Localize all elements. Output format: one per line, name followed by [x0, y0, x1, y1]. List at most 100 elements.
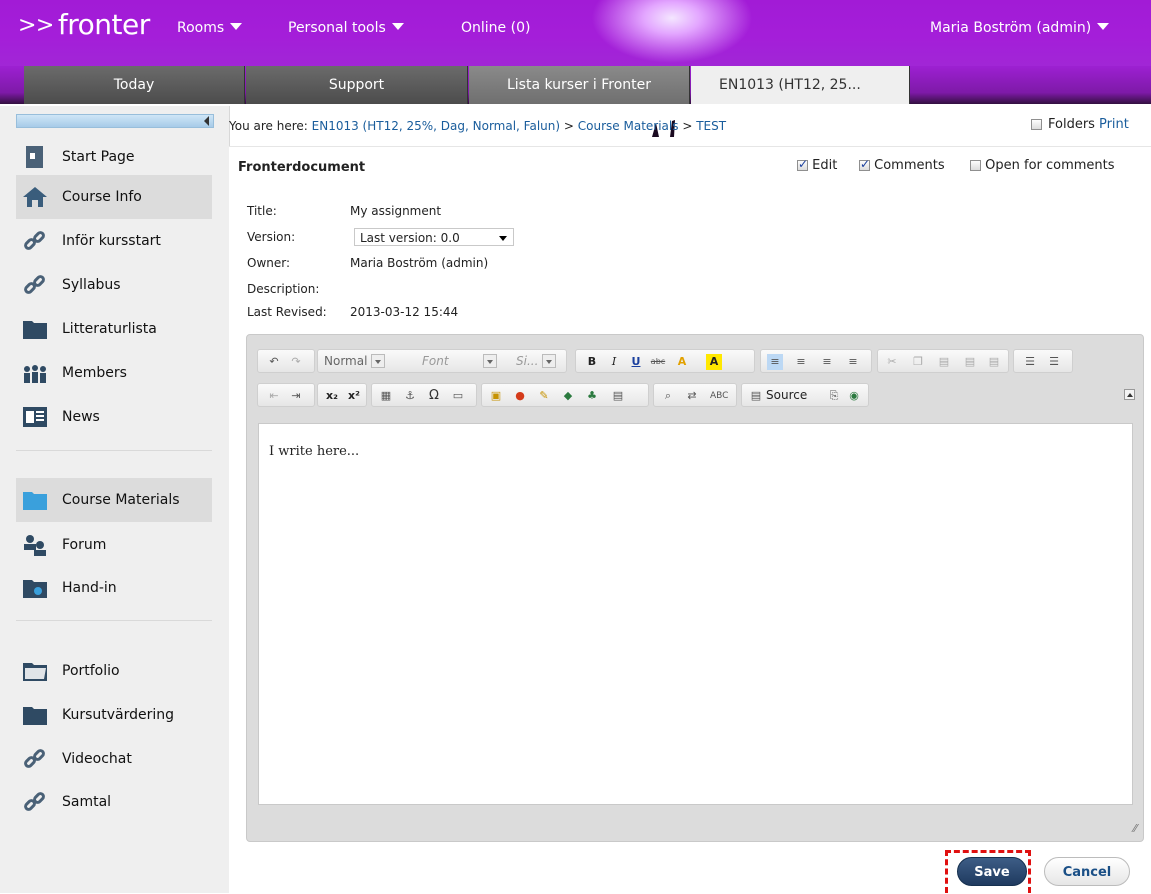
sidebar-item-members[interactable]: Members: [16, 351, 212, 395]
outdent-icon[interactable]: ⇤: [266, 388, 282, 404]
sidebar-item-syllabus[interactable]: Syllabus: [16, 263, 212, 307]
sidebar-item-course-materials[interactable]: Course Materials: [16, 478, 212, 522]
format-combo[interactable]: Normal: [324, 353, 386, 370]
folder-open-icon: [23, 492, 47, 510]
sidebar-item-kursutvardering[interactable]: Kursutvärdering: [16, 693, 212, 737]
editor-content-area[interactable]: I write here...: [258, 423, 1133, 805]
horizontal-rule-icon[interactable]: ▭: [450, 388, 466, 404]
cancel-button[interactable]: Cancel: [1044, 857, 1130, 886]
anchor-icon[interactable]: ⚓: [402, 388, 418, 404]
background-color-icon[interactable]: A: [706, 354, 722, 370]
undo-redo-group: ↶ ↷: [257, 349, 315, 373]
collapse-toolbar-button[interactable]: [1124, 389, 1135, 400]
rooms-menu[interactable]: Rooms: [177, 20, 243, 36]
owner-label: Owner:: [247, 256, 291, 270]
comments-option[interactable]: Comments: [859, 157, 945, 173]
tab-lista-kurser[interactable]: Lista kurser i Fronter: [469, 66, 690, 104]
indent-group: ⇤ ⇥: [257, 383, 315, 407]
sidebar-item-news[interactable]: News: [16, 395, 212, 439]
tab-en1013[interactable]: EN1013 (HT12, 25...: [691, 66, 910, 104]
user-menu[interactable]: Maria Boström (admin): [930, 20, 1110, 36]
source-button[interactable]: Source: [766, 387, 807, 404]
open-for-comments-option[interactable]: Open for comments: [970, 158, 1115, 173]
replace-icon[interactable]: ⇄: [684, 388, 700, 404]
font-combo[interactable]: Font: [422, 353, 497, 370]
text-color-icon[interactable]: A: [674, 354, 690, 370]
edit-checkbox[interactable]: [797, 157, 808, 171]
personal-tools-menu[interactable]: Personal tools: [288, 20, 404, 36]
forum-icon: [24, 535, 46, 556]
document-link-icon[interactable]: ▤: [610, 388, 626, 404]
paste-word-icon[interactable]: ▤: [986, 354, 1002, 370]
italic-icon[interactable]: I: [606, 354, 622, 370]
chevron-down-icon: [1097, 23, 1110, 30]
version-label: Version:: [247, 230, 296, 244]
image-icon[interactable]: ▣: [488, 388, 504, 404]
media-icon[interactable]: ✎: [536, 388, 552, 404]
sidebar-item-portfolio[interactable]: Portfolio: [16, 649, 212, 693]
online-users-link[interactable]: Online (0): [461, 20, 530, 36]
align-justify-icon[interactable]: ≡: [845, 354, 861, 370]
open-for-comments-checkbox[interactable]: [970, 160, 981, 171]
breadcrumb-separator: >: [682, 119, 693, 133]
sidebar-item-samtal[interactable]: Samtal: [16, 780, 212, 824]
title-label: Title:: [247, 204, 277, 218]
last-revised-label: Last Revised:: [247, 305, 327, 319]
find-icon[interactable]: ⌕: [660, 388, 676, 404]
align-left-icon[interactable]: ≡: [767, 354, 783, 370]
maximize-icon[interactable]: ◉: [846, 388, 862, 404]
special-char-icon[interactable]: Ω: [426, 388, 442, 404]
preview-icon[interactable]: ⎘: [826, 388, 842, 404]
title-value: My assignment: [350, 204, 442, 218]
comments-checkbox[interactable]: [859, 157, 870, 171]
breadcrumb-link-course-materials[interactable]: Course Materials: [578, 119, 679, 133]
flash-icon[interactable]: ●: [512, 388, 528, 404]
breadcrumb-link-test[interactable]: TEST: [696, 119, 726, 133]
table-icon[interactable]: ▦: [378, 388, 394, 404]
editor-text: I write here...: [269, 444, 360, 459]
link-icon: [24, 275, 45, 294]
rich-text-editor: ↶ ↷ Normal Font Si... B I U abc A A ≡ ≡ …: [246, 334, 1144, 842]
sidebar-item-infor-kursstart[interactable]: Inför kursstart: [16, 219, 212, 263]
fronter-logo[interactable]: >> fronter: [18, 8, 150, 41]
strikethrough-icon[interactable]: abc: [650, 354, 666, 370]
print-link[interactable]: Print: [1099, 117, 1129, 132]
sidebar-item-start-page[interactable]: Start Page: [16, 135, 212, 179]
tab-today[interactable]: Today: [24, 66, 245, 104]
cut-icon[interactable]: ✂: [884, 354, 900, 370]
numbered-list-icon[interactable]: ☰: [1022, 354, 1038, 370]
sidebar-item-forum[interactable]: Forum: [16, 523, 212, 567]
link-insert-icon[interactable]: ◆: [560, 388, 576, 404]
underline-icon[interactable]: U: [628, 354, 644, 370]
breadcrumb-link-course[interactable]: EN1013 (HT12, 25%, Dag, Normal, Falun): [312, 119, 560, 133]
hand-in-icon: [23, 580, 47, 598]
version-select[interactable]: Last version: 0.0: [354, 228, 514, 246]
bulleted-list-icon[interactable]: ☰: [1046, 354, 1062, 370]
resize-handle-icon[interactable]: ⁄⁄: [1133, 822, 1137, 835]
tab-support[interactable]: Support: [246, 66, 468, 104]
redo-icon[interactable]: ↷: [288, 354, 304, 370]
undo-icon[interactable]: ↶: [266, 354, 282, 370]
chevron-down-icon: [499, 236, 507, 241]
align-right-icon[interactable]: ≡: [819, 354, 835, 370]
sidebar-item-litteraturlista[interactable]: Litteraturlista: [16, 307, 212, 351]
sidebar-item-course-info[interactable]: Course Info: [16, 175, 212, 219]
spellcheck-icon[interactable]: ABC: [710, 388, 728, 404]
size-combo[interactable]: Si...: [516, 353, 557, 370]
indent-icon[interactable]: ⇥: [288, 388, 304, 404]
copy-icon[interactable]: ❐: [910, 354, 926, 370]
sidebar-item-videochat[interactable]: Videochat: [16, 737, 212, 781]
paste-text-icon[interactable]: ▤: [962, 354, 978, 370]
sidebar-collapse-bar[interactable]: [16, 114, 214, 128]
edit-option[interactable]: Edit: [797, 157, 837, 173]
folders-checkbox[interactable]: [1031, 119, 1042, 130]
superscript-icon[interactable]: x²: [346, 388, 362, 404]
subscript-icon[interactable]: x₂: [324, 388, 340, 404]
align-center-icon[interactable]: ≡: [793, 354, 809, 370]
sidebar-item-hand-in[interactable]: Hand-in: [16, 566, 212, 610]
people-icon[interactable]: ♣: [584, 388, 600, 404]
bold-icon[interactable]: B: [584, 354, 600, 370]
paste-icon[interactable]: ▤: [936, 354, 952, 370]
folder-icon: [23, 707, 47, 725]
list-group: ☰ ☰: [1013, 349, 1073, 373]
